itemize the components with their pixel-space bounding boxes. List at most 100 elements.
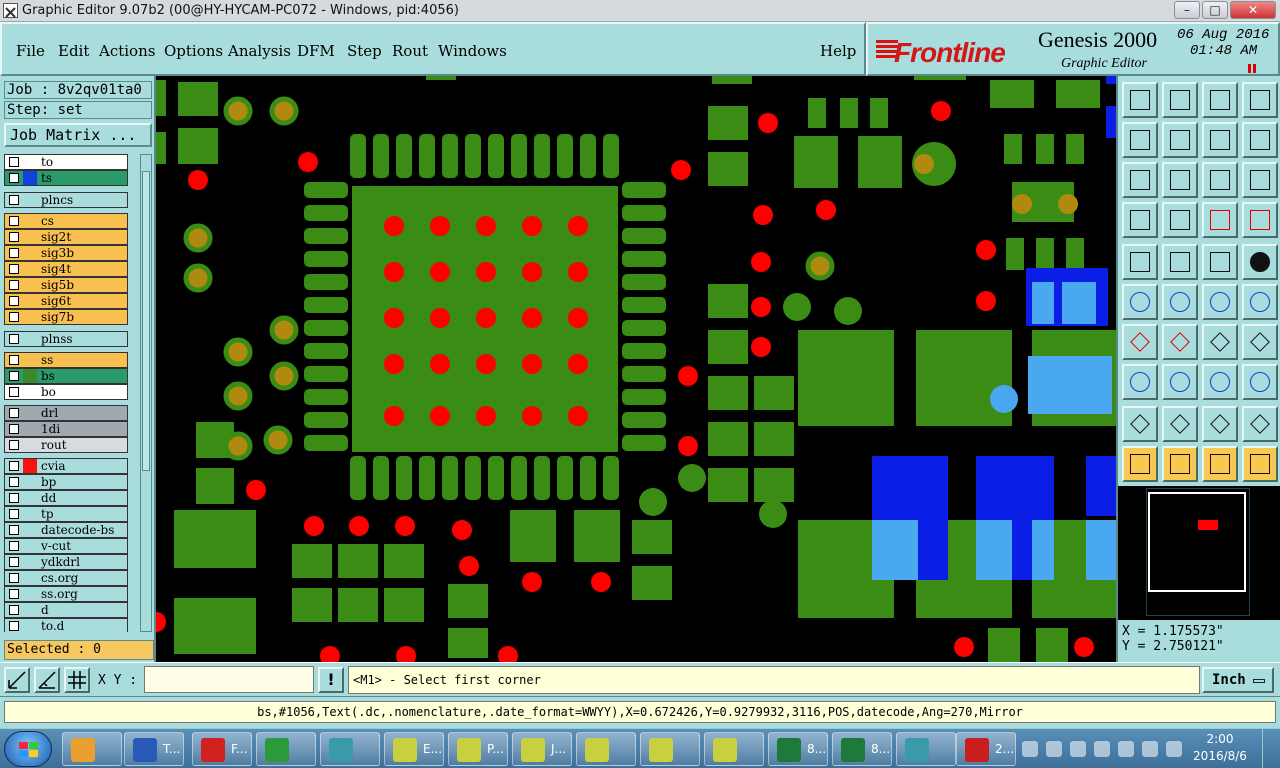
maximize-button[interactable]: □ [1202,1,1228,19]
taskbar-app-button[interactable] [62,732,122,766]
connect-red-alt-tool-button[interactable] [1242,202,1278,238]
minimize-button[interactable]: – [1174,1,1200,19]
pointer-tool-button[interactable] [1122,446,1158,482]
help-tool-button[interactable] [1242,162,1278,198]
layer-row[interactable]: tp [4,506,128,522]
menu-analysis[interactable]: Analysis [228,42,291,60]
layer-row[interactable]: drl [4,405,128,421]
layer-color-swatch[interactable] [23,332,37,346]
network-icon[interactable] [1166,741,1182,757]
rout-b-tool-button[interactable] [1202,406,1238,442]
layer-checkbox[interactable] [9,371,19,381]
xy-input[interactable] [144,666,314,693]
layer-row[interactable]: ss.org [4,586,128,602]
scale-tool-button[interactable] [1202,162,1238,198]
layer-color-swatch[interactable] [23,294,37,308]
taskbar-app-button[interactable] [576,732,636,766]
layer-color-swatch[interactable] [23,310,37,324]
layer-row[interactable]: rout [4,437,128,453]
menu-dfm[interactable]: DFM [297,42,335,60]
layer-color-swatch[interactable] [23,587,37,601]
menu-edit[interactable]: Edit [58,42,89,60]
segment-tool-button[interactable] [1162,364,1198,400]
layer-color-swatch[interactable] [23,353,37,367]
taskbar-app-button[interactable] [896,732,956,766]
path-select-tool-button[interactable] [1242,446,1278,482]
move-out-tool-button[interactable] [1162,122,1198,158]
taskbar-app-button[interactable] [320,732,380,766]
layer-checkbox[interactable] [9,264,19,274]
taskbar-app-button[interactable]: F... [192,732,252,766]
redo-shape-tool-button[interactable] [1242,122,1278,158]
layer-color-swatch[interactable] [23,603,37,617]
layer-row[interactable]: bo [4,384,128,400]
slash-tool-button[interactable] [1162,324,1198,360]
layer-color-swatch[interactable] [23,230,37,244]
layer-row[interactable]: sig4t [4,261,128,277]
layer-row[interactable]: sig3b [4,245,128,261]
layer-row[interactable]: cs.org [4,570,128,586]
menu-options[interactable]: Options [164,42,223,60]
layer-row[interactable]: ydkdrl [4,554,128,570]
layer-row[interactable]: sig2t [4,229,128,245]
layer-checkbox[interactable] [9,461,19,471]
job-matrix-button[interactable]: Job Matrix ... [4,123,152,147]
layer-row[interactable]: bp [4,474,128,490]
tray-app-icon[interactable] [1070,741,1086,757]
close-button[interactable]: ✕ [1230,1,1276,19]
layer-checkbox[interactable] [9,296,19,306]
flag-icon[interactable] [1118,741,1134,757]
rout-c-tool-button[interactable] [1242,406,1278,442]
layer-color-swatch[interactable] [23,246,37,260]
overview-map[interactable] [1118,486,1280,620]
layer-row[interactable]: sig5b [4,277,128,293]
draw-tool-tool-button[interactable] [1122,202,1158,238]
layer-checkbox[interactable] [9,493,19,503]
import-tool-button[interactable] [1122,82,1158,118]
angle-button[interactable] [34,667,60,693]
layer-color-swatch[interactable] [23,278,37,292]
vs-icon[interactable] [1022,741,1038,757]
layer-color-swatch[interactable] [23,171,37,185]
layer-scrollbar[interactable] [140,154,152,632]
layer-color-swatch[interactable] [23,507,37,521]
layer-color-swatch[interactable] [23,539,37,553]
network-share-icon[interactable] [1046,741,1062,757]
layer-row[interactable]: plnss [4,331,128,347]
show-desktop-button[interactable] [1262,729,1280,768]
export-tool-button[interactable] [1162,82,1198,118]
layer-row[interactable]: sig6t [4,293,128,309]
layer-row[interactable]: datecode-bs [4,522,128,538]
scroll-thumb[interactable] [142,171,150,471]
layer-color-swatch[interactable] [23,619,37,632]
layer-checkbox[interactable] [9,509,19,519]
layer-checkbox[interactable] [9,541,19,551]
menu-help[interactable]: Help [820,42,856,60]
layer-checkbox[interactable] [9,557,19,567]
layer-checkbox[interactable] [9,248,19,258]
line-tool-button[interactable] [1122,324,1158,360]
point-link-alt-tool-button[interactable] [1242,284,1278,320]
taskbar-app-button[interactable]: T... [124,732,184,766]
layer-checkbox[interactable] [9,173,19,183]
measure-tool-button[interactable] [1202,244,1238,280]
connect-red-tool-button[interactable] [1202,202,1238,238]
layer-row[interactable]: cs [4,213,128,229]
system-clock[interactable]: 2:00 2016/8/6 [1190,731,1250,765]
layer-color-swatch[interactable] [23,475,37,489]
net-tool-button[interactable] [1122,284,1158,320]
layer-checkbox[interactable] [9,440,19,450]
circles-tool-button[interactable] [1242,364,1278,400]
home-tool-button[interactable] [1202,82,1238,118]
rout-a-tool-button[interactable] [1162,406,1198,442]
layer-color-swatch[interactable] [23,438,37,452]
move-in-tool-button[interactable] [1122,122,1158,158]
layer-checkbox[interactable] [9,573,19,583]
layer-checkbox[interactable] [9,157,19,167]
probe-tool-button[interactable] [1162,202,1198,238]
rotate-select-tool-button[interactable] [1202,446,1238,482]
menu-file[interactable]: File [16,42,45,60]
layer-color-swatch[interactable] [23,406,37,420]
layer-color-swatch[interactable] [23,491,37,505]
layer-checkbox[interactable] [9,387,19,397]
